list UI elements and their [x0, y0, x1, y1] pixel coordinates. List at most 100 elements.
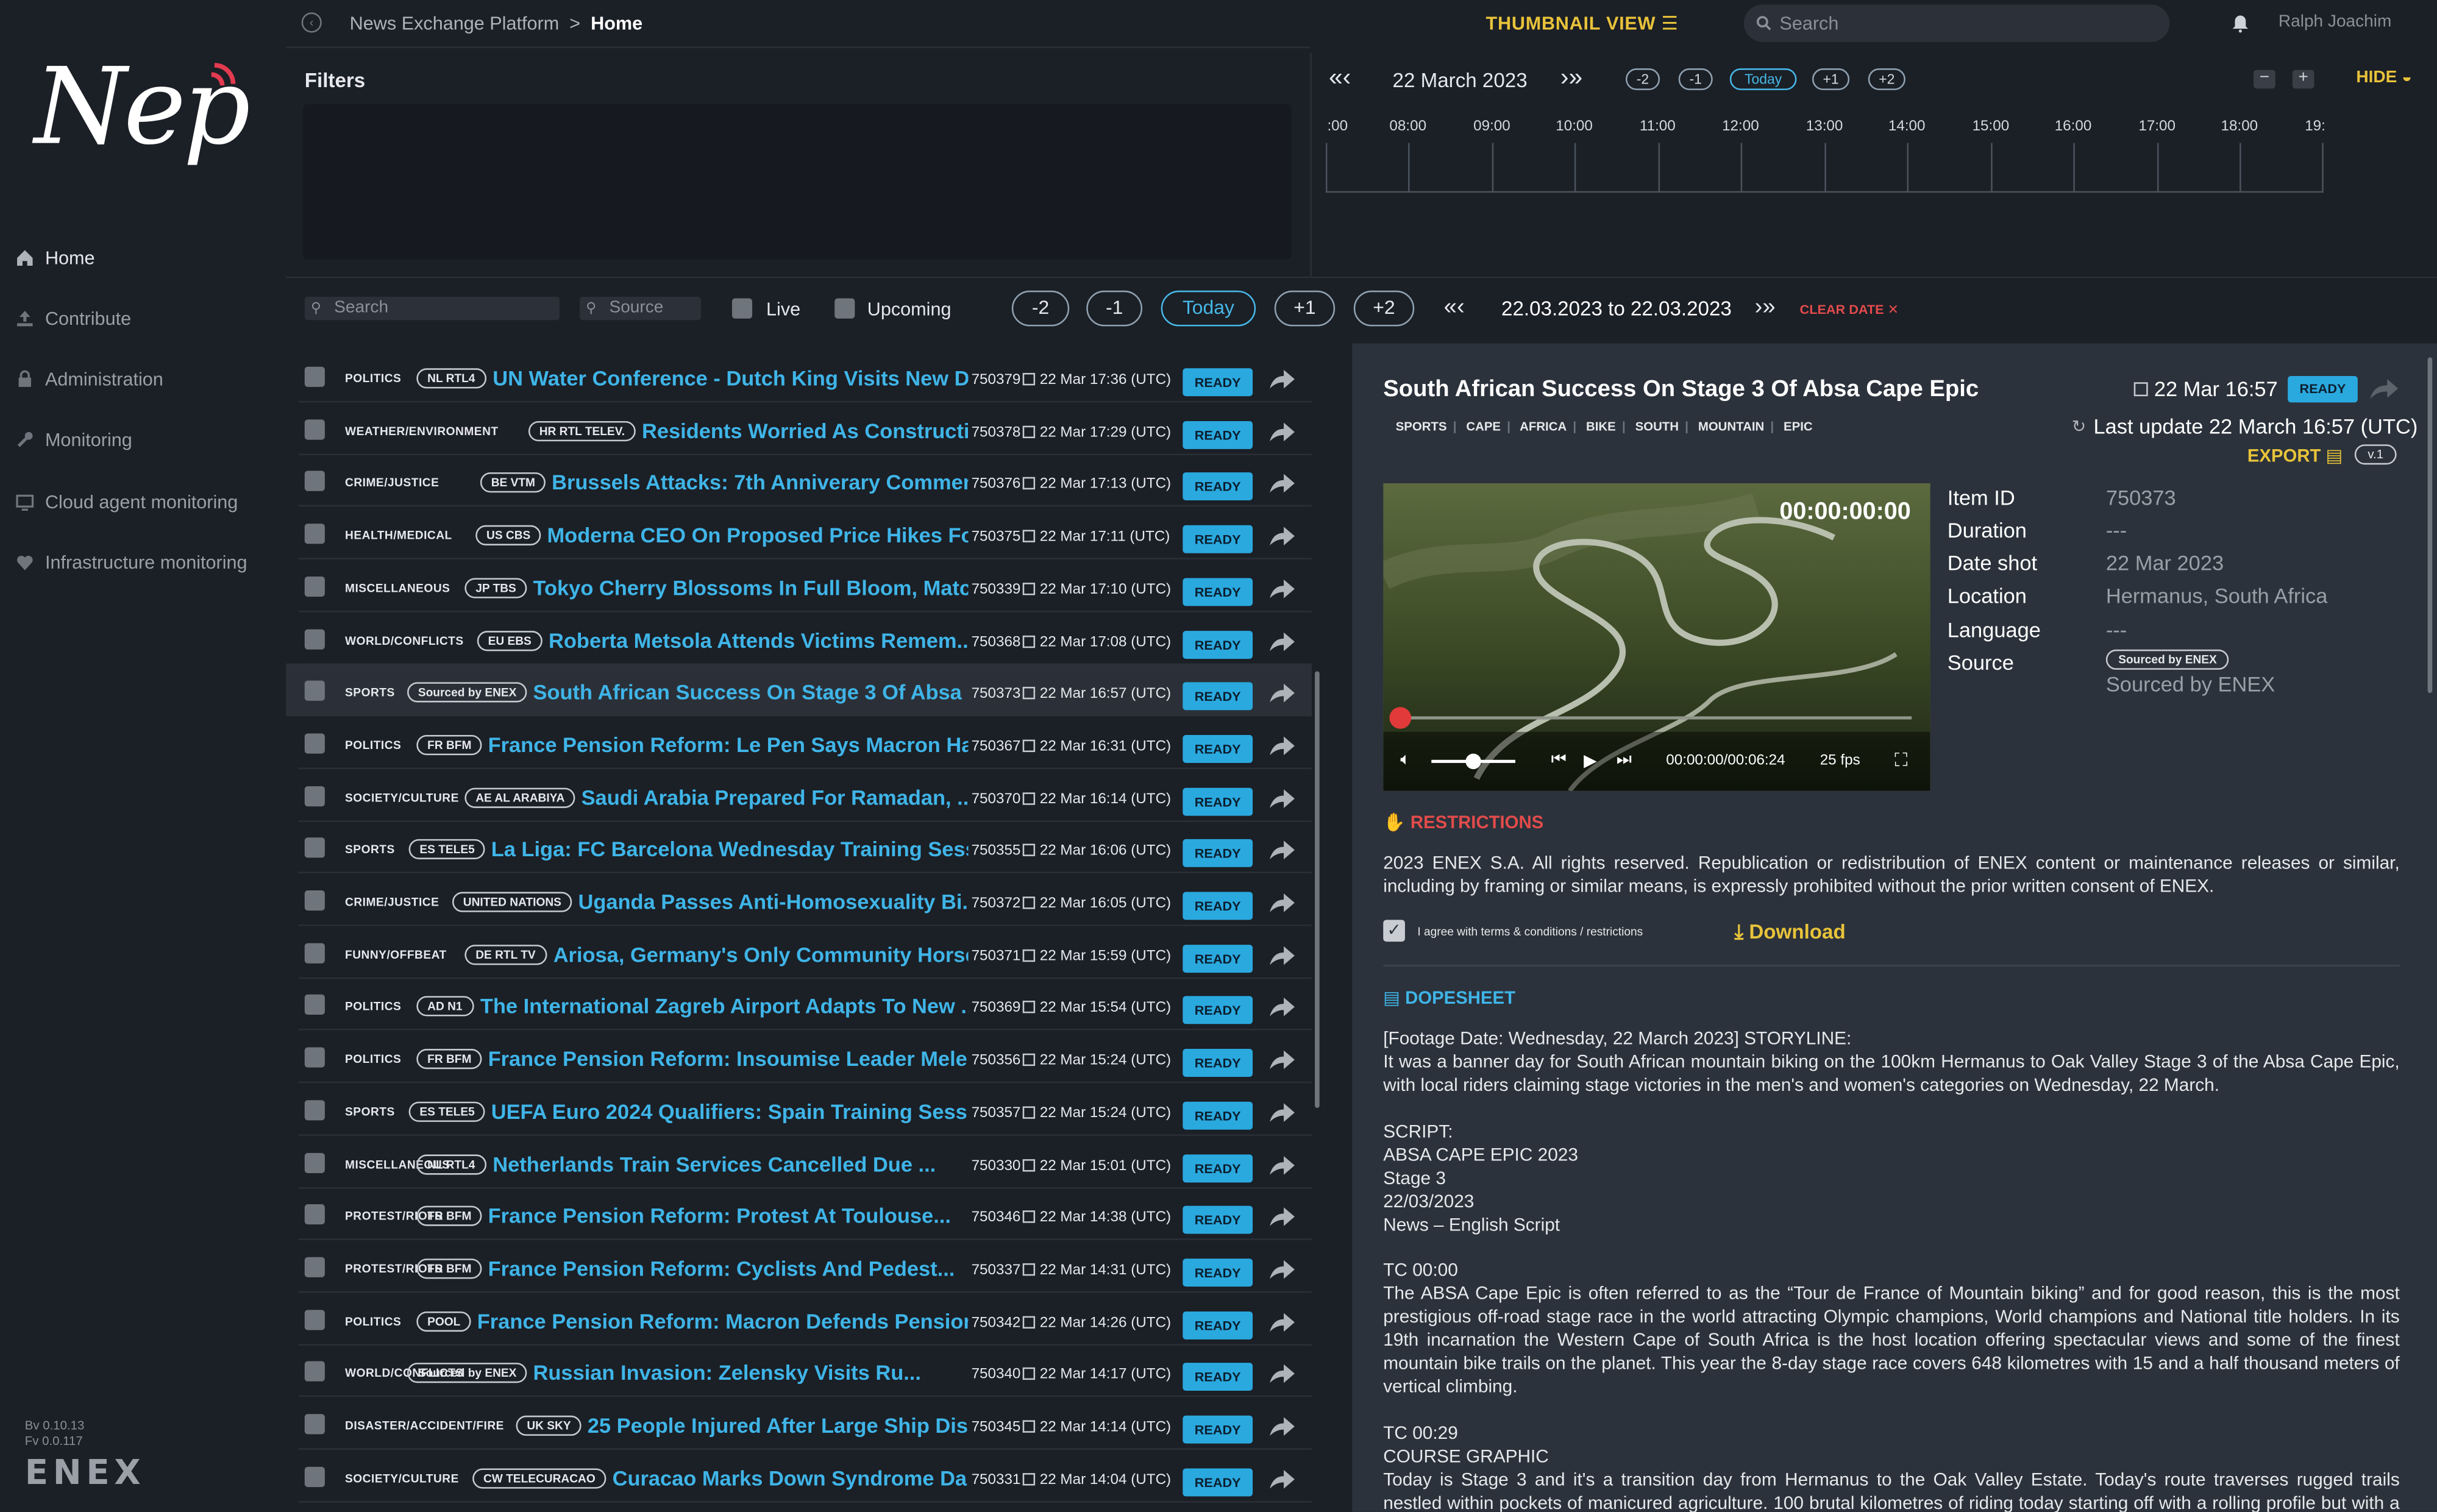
- table-row[interactable]: PROTEST/RIOTS FR BFM France Pension Reform…: [286, 1240, 1312, 1293]
- table-row[interactable]: POLITICS FR BFM France Pension Reform: Le …: [286, 716, 1312, 769]
- row-title-link[interactable]: Roberta Metsola Attends Victims Remem...: [549, 628, 968, 651]
- row-title-link[interactable]: South African Success On Stage 3 Of Absa…: [533, 681, 969, 704]
- timeline-pill-today[interactable]: Today: [1729, 68, 1797, 90]
- timeline-pill-plus1[interactable]: +1: [1812, 68, 1850, 90]
- date-range[interactable]: 22.03.2023 to 22.03.2023: [1501, 297, 1732, 320]
- timeline-pill-plus2[interactable]: +2: [1868, 68, 1905, 90]
- share-icon[interactable]: [1268, 1363, 1297, 1385]
- row-checkbox[interactable]: [304, 1466, 325, 1487]
- sidebar-item-cloud-agent-monitoring[interactable]: Cloud agent monitoring: [15, 486, 238, 517]
- sidebar-item-monitoring[interactable]: Monitoring: [15, 424, 132, 455]
- share-icon[interactable]: [1268, 473, 1297, 495]
- date-pill-plus2[interactable]: +2: [1353, 290, 1415, 327]
- next-range-icon[interactable]: ›»: [1755, 294, 1776, 320]
- row-checkbox[interactable]: [304, 1047, 325, 1068]
- seek-handle[interactable]: [1389, 707, 1412, 729]
- table-row[interactable]: MISCELLANEOUS JP TBS Tokyo Cherry Blossoms…: [286, 559, 1312, 612]
- share-icon[interactable]: [1268, 1258, 1297, 1280]
- row-title-link[interactable]: France Pension Reform: Insoumise Leader …: [488, 1048, 969, 1071]
- row-title-link[interactable]: The International Zagreb Airport Adapts …: [480, 995, 969, 1018]
- table-row[interactable]: MISCELLANEOUS NL RTL4 Netherlands Train Se…: [286, 1135, 1312, 1188]
- timeline-pill-minus2[interactable]: -2: [1625, 68, 1660, 90]
- row-checkbox[interactable]: [304, 524, 325, 544]
- row-checkbox[interactable]: [304, 1099, 325, 1120]
- share-icon[interactable]: [1268, 1101, 1297, 1123]
- share-icon[interactable]: [1268, 630, 1297, 652]
- share-icon[interactable]: [1268, 1154, 1297, 1176]
- table-row[interactable]: CRIME/JUSTICE UNITED NATIONS Uganda Passes…: [286, 873, 1312, 926]
- clear-date-button[interactable]: CLEAR DATE ✕: [1800, 302, 1899, 319]
- share-icon[interactable]: [1268, 1049, 1297, 1071]
- table-row[interactable]: PROTEST/RIOTS FR BFM France Pension Reform…: [286, 1187, 1312, 1241]
- upcoming-checkbox[interactable]: [834, 298, 855, 319]
- row-checkbox[interactable]: [304, 576, 325, 597]
- table-row[interactable]: WORLD/CONFLICTS Sourced by ENEX Russian In…: [286, 1344, 1312, 1397]
- row-checkbox[interactable]: [304, 786, 325, 806]
- share-icon[interactable]: [1268, 787, 1297, 809]
- share-icon[interactable]: [1268, 735, 1297, 757]
- share-icon[interactable]: [1268, 368, 1297, 390]
- date-pill-minus1[interactable]: -1: [1086, 290, 1143, 327]
- sidebar-item-administration[interactable]: Administration: [15, 364, 163, 395]
- row-checkbox[interactable]: [304, 1152, 325, 1173]
- row-checkbox[interactable]: [304, 942, 325, 964]
- share-icon[interactable]: [1268, 578, 1297, 600]
- table-row[interactable]: FUNNY/OFFBEAT DE RTL TV Ariosa, Germany's …: [286, 926, 1312, 979]
- search-input[interactable]: Search: [1743, 4, 2170, 42]
- share-icon[interactable]: [1268, 421, 1297, 442]
- share-icon[interactable]: [1268, 1206, 1297, 1228]
- zoom-in-button[interactable]: +: [2292, 69, 2314, 89]
- table-row[interactable]: POLITICS AD N1 The International Zagreb Ai…: [286, 978, 1312, 1031]
- tag[interactable]: SPORTS: [1396, 419, 1447, 433]
- date-pill-today[interactable]: Today: [1161, 290, 1256, 327]
- share-icon[interactable]: [1268, 840, 1297, 862]
- share-icon[interactable]: [1268, 1311, 1297, 1333]
- prev-day-icon[interactable]: «‹: [1329, 65, 1351, 93]
- table-row[interactable]: DISASTER/ACCIDENT/FIRE UK SKY 25 People In…: [286, 1397, 1312, 1450]
- table-row[interactable]: SOCIETY/CULTURE CW TELECURACAO Curacao Mar…: [286, 1449, 1312, 1502]
- share-icon[interactable]: [1268, 892, 1297, 914]
- share-icon[interactable]: [1268, 1468, 1297, 1490]
- download-button[interactable]: ⤓ Download: [1734, 920, 1845, 945]
- row-title-link[interactable]: Saudi Arabia Prepared For Ramadan, ...: [582, 786, 969, 809]
- breadcrumb-root[interactable]: News Exchange Platform: [350, 12, 560, 34]
- list-search-input[interactable]: Search: [304, 296, 560, 321]
- row-checkbox[interactable]: [304, 1361, 325, 1382]
- row-checkbox[interactable]: [304, 733, 325, 754]
- video-player[interactable]: [1383, 483, 1930, 791]
- row-checkbox[interactable]: [304, 366, 325, 387]
- sidebar-item-contribute[interactable]: Contribute: [15, 303, 131, 334]
- export-button[interactable]: EXPORT ▤: [2247, 444, 2343, 466]
- row-title-link[interactable]: Tokyo Cherry Blossoms In Full Bloom, Mat…: [533, 576, 969, 599]
- timeline-pill-minus1[interactable]: -1: [1678, 68, 1713, 90]
- sidebar-item-home[interactable]: Home: [15, 243, 95, 274]
- back-icon[interactable]: ‹: [301, 12, 322, 33]
- share-icon[interactable]: [1268, 1416, 1297, 1438]
- row-checkbox[interactable]: [304, 1204, 325, 1225]
- tag[interactable]: CAPE: [1466, 419, 1501, 433]
- tag[interactable]: SOUTH: [1635, 419, 1679, 433]
- detail-scrollbar[interactable]: [2427, 357, 2433, 694]
- row-title-link[interactable]: France Pension Reform: Cyclists And Pede…: [488, 1257, 969, 1280]
- row-checkbox[interactable]: [304, 419, 325, 439]
- row-title-link[interactable]: La Liga: FC Barcelona Wednesday Training…: [491, 838, 969, 861]
- share-icon[interactable]: [1268, 683, 1297, 705]
- row-title-link[interactable]: UEFA Euro 2024 Qualifiers: Spain Trainin…: [491, 1100, 969, 1123]
- volume-handle[interactable]: [1465, 753, 1481, 770]
- row-checkbox[interactable]: [304, 471, 325, 492]
- share-icon[interactable]: [1268, 525, 1297, 547]
- table-row[interactable]: CRIME/JUSTICE BE VTM Brussels Attacks: 7th…: [286, 455, 1312, 508]
- table-row[interactable]: SPORTS Sourced by ENEX South African Succe…: [286, 664, 1312, 717]
- row-checkbox[interactable]: [304, 1414, 325, 1435]
- row-title-link[interactable]: Curacao Marks Down Syndrome Da...: [613, 1466, 969, 1489]
- row-title-link[interactable]: Residents Worried As Constructi...: [642, 419, 968, 442]
- sidebar-item-infrastructure-monitoring[interactable]: Infrastructure monitoring: [15, 547, 247, 578]
- date-pill-minus2[interactable]: -2: [1011, 290, 1070, 327]
- tag[interactable]: MOUNTAIN: [1698, 419, 1764, 433]
- list-scrollbar[interactable]: [1315, 671, 1320, 1108]
- row-checkbox[interactable]: [304, 890, 325, 911]
- fullscreen-icon[interactable]: ⛶: [1894, 749, 1907, 772]
- agree-checkbox[interactable]: ✓: [1383, 920, 1405, 942]
- row-title-link[interactable]: France Pension Reform: Macron Defends Pe…: [477, 1309, 969, 1332]
- table-row[interactable]: SPORTS ES TELE5 La Liga: FC Barcelona Wedn…: [286, 821, 1312, 874]
